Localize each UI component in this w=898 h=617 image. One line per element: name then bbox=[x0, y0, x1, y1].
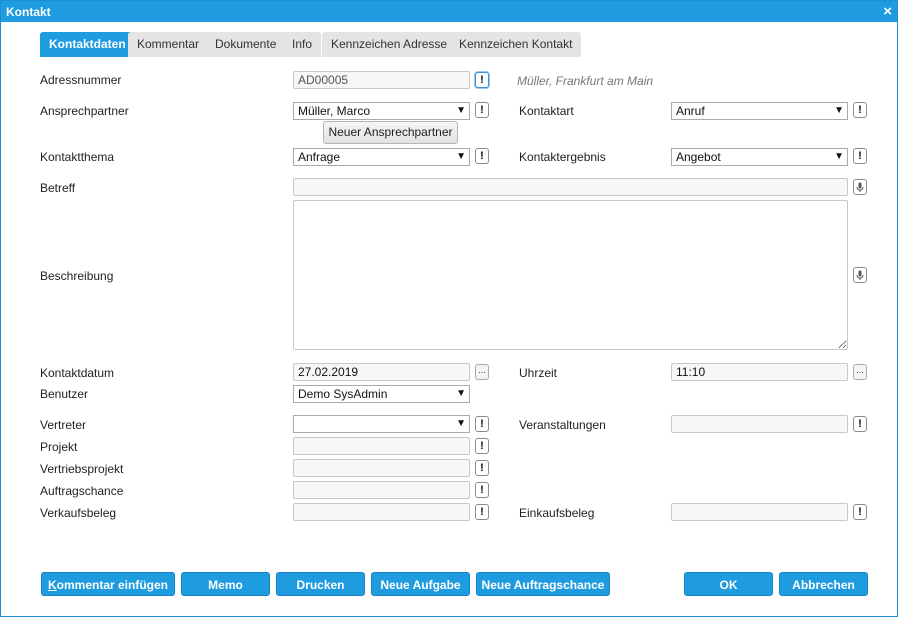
abbrechen-button[interactable]: Abbrechen bbox=[779, 572, 868, 596]
uhrzeit-field[interactable]: 11:10 bbox=[671, 363, 848, 381]
einkaufsbeleg-label: Einkaufsbeleg bbox=[519, 506, 595, 520]
microphone-icon bbox=[856, 182, 864, 192]
close-icon[interactable]: × bbox=[883, 3, 892, 20]
tab-kommentar[interactable]: Kommentar bbox=[128, 32, 209, 57]
kontaktergebnis-select[interactable]: Angebot ▼ bbox=[671, 148, 848, 166]
drucken-button[interactable]: Drucken bbox=[276, 572, 365, 596]
ansprechpartner-select[interactable]: Müller, Marco ▼ bbox=[293, 102, 470, 120]
vertreter-select[interactable]: ▼ bbox=[293, 415, 470, 433]
einkaufsbeleg-field[interactable] bbox=[671, 503, 848, 521]
chevron-down-icon: ▼ bbox=[456, 151, 466, 162]
verkaufsbeleg-info-icon[interactable]: ! bbox=[475, 504, 489, 520]
kontaktdatum-label: Kontaktdatum bbox=[40, 366, 115, 380]
kontaktart-select[interactable]: Anruf ▼ bbox=[671, 102, 848, 120]
vertriebsprojekt-label: Vertriebsprojekt bbox=[40, 462, 124, 476]
title-bar: Kontakt × bbox=[1, 1, 897, 22]
chevron-down-icon: ▼ bbox=[834, 105, 844, 116]
adressnummer-info-icon[interactable]: ! bbox=[475, 72, 489, 88]
chevron-down-icon: ▼ bbox=[834, 151, 844, 162]
einkaufsbeleg-info-icon[interactable]: ! bbox=[853, 504, 867, 520]
benutzer-label: Benutzer bbox=[40, 387, 89, 401]
adressnummer-label: Adressnummer bbox=[40, 73, 122, 87]
tab-info[interactable]: Info bbox=[283, 32, 322, 57]
adressnummer-field[interactable]: AD00005 bbox=[293, 71, 470, 89]
tab-kontaktdaten[interactable]: Kontaktdaten bbox=[40, 32, 135, 57]
neue-aufgabe-button[interactable]: Neue Aufgabe bbox=[371, 572, 470, 596]
betreff-microphone-icon[interactable] bbox=[853, 179, 867, 195]
kontaktdatum-picker-button[interactable]: ... bbox=[475, 364, 489, 380]
betreff-field[interactable] bbox=[293, 178, 848, 196]
chevron-down-icon: ▼ bbox=[456, 388, 466, 399]
tab-kennzeichen-adresse[interactable]: Kennzeichen Adresse bbox=[322, 32, 457, 57]
uhrzeit-picker-button[interactable]: ... bbox=[853, 364, 867, 380]
kontaktergebnis-label: Kontaktergebnis bbox=[519, 150, 606, 164]
adressnummer-hint: Müller, Frankfurt am Main bbox=[517, 74, 654, 88]
auftragschance-info-icon[interactable]: ! bbox=[475, 482, 489, 498]
kontaktergebnis-info-icon[interactable]: ! bbox=[853, 148, 867, 164]
benutzer-select[interactable]: Demo SysAdmin ▼ bbox=[293, 385, 470, 403]
ok-button[interactable]: OK bbox=[684, 572, 773, 596]
verkaufsbeleg-label: Verkaufsbeleg bbox=[40, 506, 117, 520]
kontaktart-info-icon[interactable]: ! bbox=[853, 102, 867, 118]
benutzer-value: Demo SysAdmin bbox=[298, 387, 388, 401]
memo-button[interactable]: Memo bbox=[181, 572, 270, 596]
veranstaltungen-field[interactable] bbox=[671, 415, 848, 433]
kontaktdatum-field[interactable]: 27.02.2019 bbox=[293, 363, 470, 381]
verkaufsbeleg-field[interactable] bbox=[293, 503, 470, 521]
ansprechpartner-value: Müller, Marco bbox=[298, 104, 371, 118]
ansprechpartner-info-icon[interactable]: ! bbox=[475, 102, 489, 118]
ansprechpartner-label: Ansprechpartner bbox=[40, 104, 129, 118]
beschreibung-microphone-icon[interactable] bbox=[853, 267, 867, 283]
projekt-field[interactable] bbox=[293, 437, 470, 455]
projekt-label: Projekt bbox=[40, 440, 78, 454]
projekt-info-icon[interactable]: ! bbox=[475, 438, 489, 454]
beschreibung-textarea[interactable] bbox=[293, 200, 848, 350]
veranstaltungen-label: Veranstaltungen bbox=[519, 418, 606, 432]
neuer-ansprechpartner-button[interactable]: Neuer Ansprechpartner bbox=[323, 121, 458, 144]
kommentar-einfuegen-label: ommentar einfügen bbox=[56, 578, 169, 592]
window-title: Kontakt bbox=[6, 5, 51, 19]
vertriebsprojekt-field[interactable] bbox=[293, 459, 470, 477]
kontaktergebnis-value: Angebot bbox=[676, 150, 721, 164]
tab-dokumente[interactable]: Dokumente bbox=[206, 32, 286, 57]
tab-kennzeichen-kontakt[interactable]: Kennzeichen Kontakt bbox=[450, 32, 582, 57]
kontakt-dialog: Kontakt × Kontaktdaten Kommentar Dokumen… bbox=[0, 0, 898, 617]
kontaktthema-info-icon[interactable]: ! bbox=[475, 148, 489, 164]
kontaktart-value: Anruf bbox=[676, 104, 705, 118]
kontaktthema-select[interactable]: Anfrage ▼ bbox=[293, 148, 470, 166]
neue-auftragschance-button[interactable]: Neue Auftragschance bbox=[476, 572, 610, 596]
kommentar-einfuegen-accelerator: K bbox=[47, 578, 57, 592]
vertreter-info-icon[interactable]: ! bbox=[475, 416, 489, 432]
uhrzeit-label: Uhrzeit bbox=[519, 366, 558, 380]
auftragschance-label: Auftragschance bbox=[40, 484, 124, 498]
kontaktthema-value: Anfrage bbox=[298, 150, 341, 164]
beschreibung-label: Beschreibung bbox=[40, 269, 114, 283]
kontaktthema-label: Kontaktthema bbox=[40, 150, 115, 164]
microphone-icon bbox=[856, 270, 864, 280]
auftragschance-field[interactable] bbox=[293, 481, 470, 499]
kontaktart-label: Kontaktart bbox=[519, 104, 574, 118]
veranstaltungen-info-icon[interactable]: ! bbox=[853, 416, 867, 432]
chevron-down-icon: ▼ bbox=[456, 418, 466, 429]
betreff-label: Betreff bbox=[40, 181, 76, 195]
chevron-down-icon: ▼ bbox=[456, 105, 466, 116]
vertriebsprojekt-info-icon[interactable]: ! bbox=[475, 460, 489, 476]
kommentar-einfuegen-button[interactable]: Kommentar einfügen bbox=[41, 572, 175, 596]
vertreter-label: Vertreter bbox=[40, 418, 87, 432]
